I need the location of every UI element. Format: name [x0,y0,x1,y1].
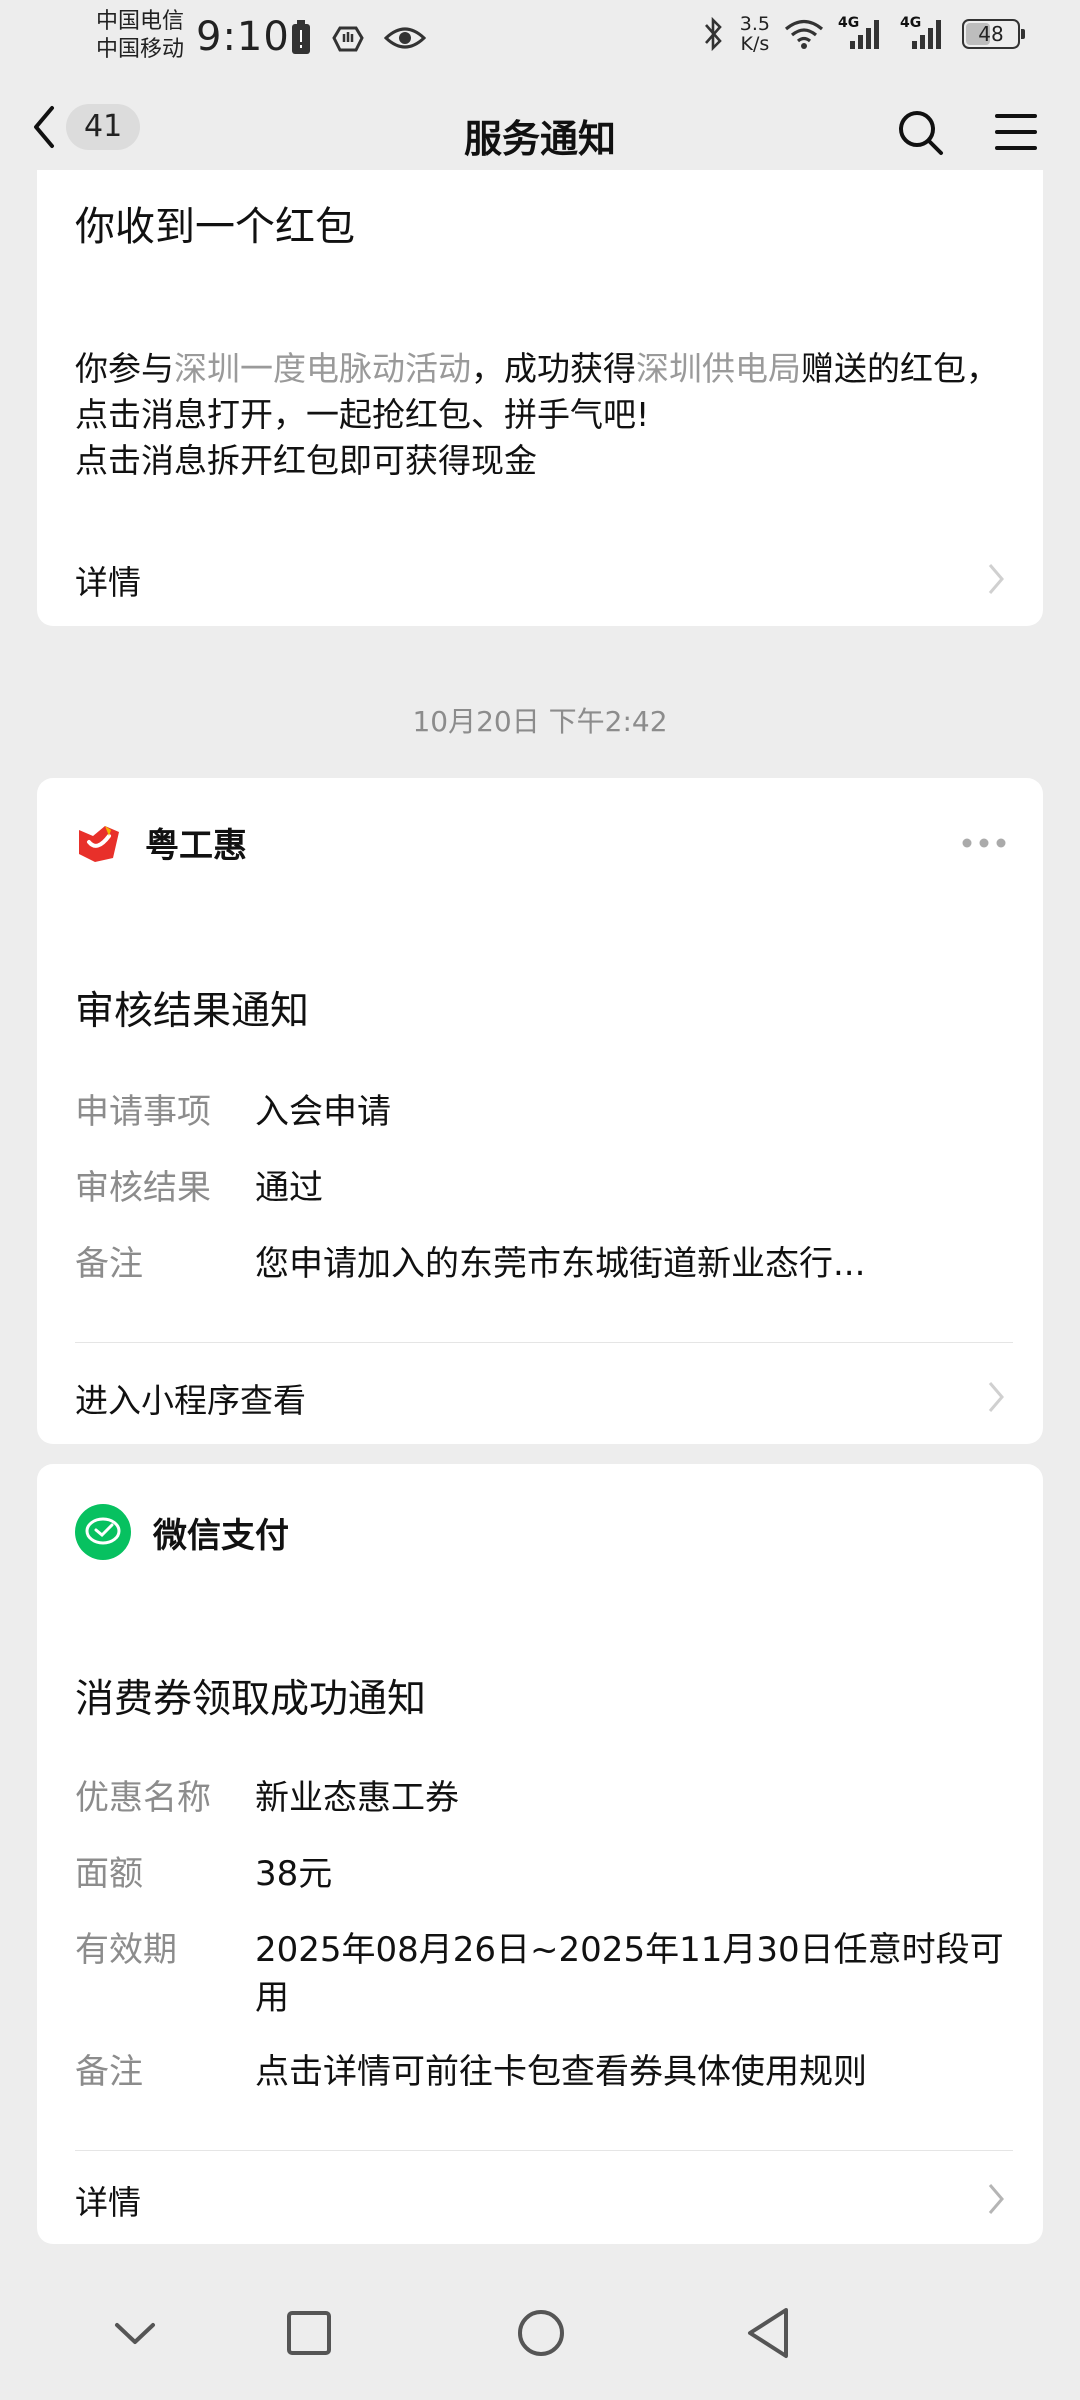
field-key: 面额 [75,1854,143,1894]
field-key: 备注 [75,1244,143,1284]
activity-link[interactable]: 深圳一度电脉动活动 [174,349,471,388]
red-packet-message: 你参与深圳一度电脉动活动，成功获得深圳供电局赠送的红包，点击消息打开，一起抢红包… [75,346,1005,484]
field-value: 38元 [255,1854,333,1894]
signal-bars-icon [850,20,879,49]
sponsor-link[interactable]: 深圳供电局 [636,349,801,388]
source-header[interactable]: 微信支付 [75,1504,289,1560]
field-key: 申请事项 [75,1092,211,1132]
chevron-right-icon [988,564,1004,594]
source-name: 微信支付 [153,1515,289,1556]
nav-back-icon[interactable] [746,2306,790,2360]
ygh-logo-icon [79,825,119,862]
battery-indicator: 48 [962,19,1025,49]
eye-icon [384,27,426,49]
chevron-right-icon [988,1382,1004,1412]
menu-icon [995,114,1037,150]
field-row: 面额 38元 [75,1850,1015,1898]
field-value: 2025年08月26日~2025年11月30日任意时段可用 [255,1930,1004,2018]
wechat-pay-card[interactable]: 微信支付 消费券领取成功通知 优惠名称 新业态惠工券 面额 38元 有效期 20… [37,1464,1043,2244]
wifi-icon [784,19,824,49]
carrier-1: 中国电信 [96,9,185,34]
system-navigation-bar [0,2290,1080,2380]
message-text: ，成功获得 [471,349,636,388]
field-row: 备注 您申请加入的东莞市东城街道新业态行... [75,1240,1015,1288]
detail-label: 详情 [75,2183,141,2222]
more-icon [962,838,1006,848]
field-row: 审核结果 通过 [75,1164,1015,1212]
field-value: 新业态惠工券 [255,1778,459,1818]
hand-gesture-icon [332,26,364,52]
battery-percent: 48 [978,22,1004,46]
status-icons-left [290,20,426,56]
carrier-names: 中国电信 中国移动 [96,8,184,64]
net-speed-unit: K/s [740,33,770,55]
search-button[interactable] [896,108,946,162]
signal-2: 4G [900,15,948,51]
field-key: 审核结果 [75,1168,211,1208]
net-speed-value: 3.5 [739,13,770,35]
field-row: 有效期 2025年08月26日~2025年11月30日任意时段可用 [75,1926,1015,2022]
detail-row[interactable]: 详情 [75,2176,1005,2226]
red-packet-card[interactable]: 你收到一个红包 你参与深圳一度电脉动活动，成功获得深圳供电局赠送的红包，点击消息… [37,170,1043,626]
notice-title: 消费券领取成功通知 [75,1677,427,1722]
field-value: 点击详情可前往卡包查看券具体使用规则 [255,2052,867,2092]
message-text: 点击消息拆开红包即可获得现金 [75,441,537,480]
field-key: 备注 [75,2052,143,2092]
action-label: 进入小程序查看 [75,1381,306,1420]
nav-recent-icon[interactable] [286,2310,332,2356]
divider [75,2150,1013,2151]
nav-home-icon[interactable] [516,2308,566,2358]
field-value: 通过 [255,1168,323,1208]
chevron-right-icon [988,2184,1004,2214]
status-bar: 中国电信 中国移动 9:10 3.5 K/s 4G 4G 48 [0,0,1080,80]
wechat-pay-icon [75,1504,131,1560]
field-value: 您申请加入的东莞市东城街道新业态行... [255,1244,866,1284]
field-row: 申请事项 入会申请 [75,1088,1015,1136]
signal-bars-icon [912,20,941,49]
net-speed: 3.5 K/s [740,14,770,54]
field-row: 优惠名称 新业态惠工券 [75,1774,1015,1822]
message-timestamp: 10月20日 下午2:42 [412,705,668,738]
menu-button[interactable] [994,112,1038,156]
open-miniprogram-row[interactable]: 进入小程序查看 [75,1374,1005,1424]
more-button[interactable] [961,834,1007,853]
status-icons-right: 3.5 K/s 4G 4G 48 [702,14,1025,54]
red-packet-title: 你收到一个红包 [75,204,355,250]
divider [75,1342,1013,1343]
notice-title: 审核结果通知 [75,989,310,1034]
detail-label: 详情 [75,563,141,602]
nav-down-icon[interactable] [114,2322,156,2346]
source-header[interactable]: 粤工惠 [75,818,247,867]
search-icon [899,111,943,155]
field-key: 优惠名称 [75,1778,211,1818]
detail-row[interactable]: 详情 [75,556,1005,606]
field-key: 有效期 [75,1930,177,1970]
signal-1: 4G [838,15,886,51]
clock: 9:10 [196,14,290,60]
field-value: 入会申请 [255,1092,391,1132]
source-name: 粤工惠 [145,826,247,866]
battery-alert-icon [292,20,310,54]
bluetooth-icon [704,16,722,52]
review-result-card[interactable]: 粤工惠 审核结果通知 申请事项 入会申请 审核结果 通过 备注 您申请加入的东莞… [37,778,1043,1444]
field-row: 备注 点击详情可前往卡包查看券具体使用规则 [75,2048,1015,2096]
message-text: 你参与 [75,349,174,388]
carrier-2: 中国移动 [96,37,185,62]
